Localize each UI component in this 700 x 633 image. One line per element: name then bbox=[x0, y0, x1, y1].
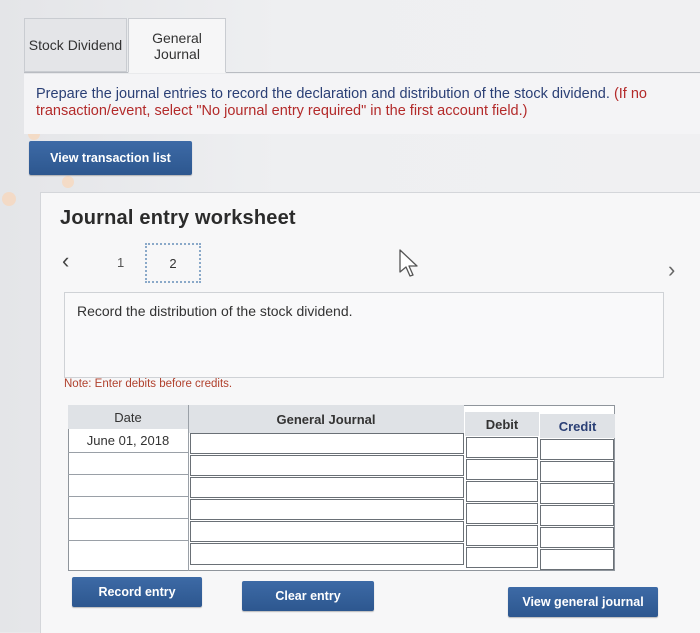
debit-field[interactable] bbox=[466, 547, 538, 568]
debit-field[interactable] bbox=[466, 437, 538, 458]
row-divider bbox=[68, 518, 188, 519]
instruction-text: Prepare the journal entries to record th… bbox=[36, 86, 610, 102]
entry-note: Note: Enter debits before credits. bbox=[64, 378, 233, 390]
credit-field[interactable] bbox=[540, 461, 614, 482]
account-field[interactable] bbox=[190, 521, 464, 542]
button-label: View general journal bbox=[522, 595, 644, 609]
column-header-date: Date bbox=[68, 405, 188, 429]
page-link-2-current[interactable]: 2 bbox=[145, 243, 201, 283]
tab-stock-dividend[interactable]: Stock Dividend bbox=[24, 18, 127, 72]
light-glare bbox=[2, 192, 16, 206]
clear-entry-button[interactable]: Clear entry bbox=[242, 581, 374, 611]
column-divider bbox=[188, 405, 189, 571]
description-text: Record the distribution of the stock div… bbox=[77, 303, 353, 319]
credit-field[interactable] bbox=[540, 483, 614, 504]
debit-field[interactable] bbox=[466, 459, 538, 480]
debit-field[interactable] bbox=[466, 525, 538, 546]
column-header-general-journal: General Journal bbox=[188, 405, 464, 433]
button-label: Clear entry bbox=[275, 589, 341, 603]
column-header-credit: Credit bbox=[540, 414, 615, 438]
button-label: Record entry bbox=[98, 585, 176, 599]
mouse-pointer-icon bbox=[399, 249, 418, 277]
worksheet-title: Journal entry worksheet bbox=[60, 207, 296, 229]
credit-field[interactable] bbox=[540, 527, 614, 548]
credit-field[interactable] bbox=[540, 505, 614, 526]
tab-label: Stock Dividend bbox=[28, 37, 123, 53]
credit-field[interactable] bbox=[540, 549, 614, 570]
tab-label: General Journal bbox=[152, 29, 202, 62]
view-transaction-list-button[interactable]: View transaction list bbox=[29, 141, 192, 175]
chevron-right-icon[interactable]: › bbox=[668, 257, 675, 283]
account-field[interactable] bbox=[190, 433, 464, 454]
row-divider bbox=[68, 540, 188, 541]
row-divider bbox=[68, 496, 188, 497]
button-label: View transaction list bbox=[50, 151, 171, 165]
page-number: 2 bbox=[169, 255, 177, 271]
account-field[interactable] bbox=[190, 499, 464, 520]
account-field[interactable] bbox=[190, 455, 464, 476]
account-field[interactable] bbox=[190, 543, 464, 565]
debit-field[interactable] bbox=[466, 503, 538, 524]
transaction-description: Record the distribution of the stock div… bbox=[64, 292, 664, 378]
record-entry-button[interactable]: Record entry bbox=[72, 577, 202, 607]
row-divider bbox=[68, 452, 188, 453]
page-link-1[interactable]: 1 bbox=[117, 255, 124, 270]
tab-bar: Stock Dividend General Journal bbox=[24, 18, 700, 73]
date-cell: June 01, 2018 bbox=[86, 432, 170, 448]
view-general-journal-button[interactable]: View general journal bbox=[508, 587, 658, 617]
light-glare bbox=[62, 176, 74, 188]
instructions: Prepare the journal entries to record th… bbox=[24, 74, 700, 134]
account-field[interactable] bbox=[190, 477, 464, 498]
row-divider bbox=[68, 474, 188, 475]
tab-general-journal[interactable]: General Journal bbox=[128, 18, 226, 73]
credit-field[interactable] bbox=[540, 439, 614, 460]
column-header-debit: Debit bbox=[465, 412, 539, 436]
debit-field[interactable] bbox=[466, 481, 538, 502]
chevron-left-icon[interactable]: ‹ bbox=[62, 248, 69, 274]
